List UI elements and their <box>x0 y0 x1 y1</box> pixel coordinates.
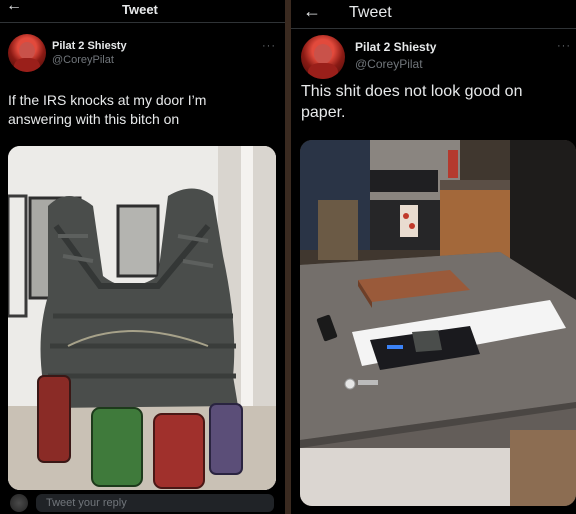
author-name[interactable]: Pilat 2 Shiesty <box>355 40 436 54</box>
reply-input[interactable]: Tweet your reply <box>36 494 274 512</box>
more-options-icon[interactable]: ··· <box>262 40 276 52</box>
top-bar: ← Tweet <box>0 0 285 24</box>
tweet-text-line: answering with this bitch on <box>8 110 180 127</box>
arrow-left-icon[interactable]: ← <box>303 1 321 22</box>
right-tweet-panel: ← Tweet Pilat 2 Shiesty @CoreyPilat ··· … <box>291 0 576 514</box>
tweet-image-vest[interactable] <box>8 146 276 490</box>
more-options-icon[interactable]: ··· <box>557 40 571 52</box>
tweet-text: If the IRS knocks at my door I’m answeri… <box>8 91 206 129</box>
tweet-text: This shit does not look good on paper. <box>301 82 522 124</box>
author-name[interactable]: Pilat 2 Shiesty <box>52 40 127 52</box>
reply-bar: Tweet your reply <box>0 492 285 514</box>
avatar <box>10 494 28 512</box>
page-title: Tweet <box>122 2 158 17</box>
divider <box>0 22 285 23</box>
tweet-text-line: paper. <box>301 103 346 121</box>
top-bar: ← Tweet <box>291 0 576 28</box>
tweet-text-line: This shit does not look good on <box>301 83 523 100</box>
tactical-vest-image <box>8 146 276 490</box>
avatar[interactable] <box>301 35 345 79</box>
avatar[interactable] <box>8 34 46 72</box>
divider <box>291 28 576 29</box>
tweet-image-irs-kitchen[interactable] <box>300 140 576 506</box>
author-handle[interactable]: @CoreyPilat <box>355 57 423 71</box>
kitchen-photo-image <box>300 140 576 506</box>
page-title: Tweet <box>349 4 392 21</box>
author-handle[interactable]: @CoreyPilat <box>52 54 114 66</box>
tweet-text-line: If the IRS knocks at my door I’m <box>8 92 207 108</box>
arrow-left-icon[interactable]: ← <box>6 0 22 15</box>
left-tweet-panel: ← Tweet Pilat 2 Shiesty @CoreyPilat ··· … <box>0 0 285 514</box>
